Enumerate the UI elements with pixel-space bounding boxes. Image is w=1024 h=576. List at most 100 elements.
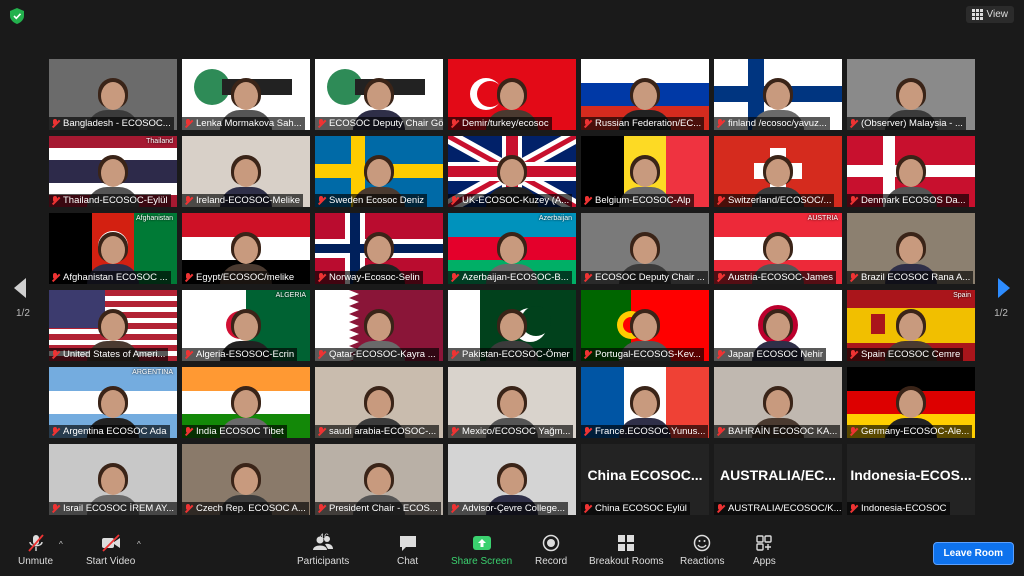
microphone-muted-icon — [716, 427, 725, 436]
participant-name: Portugal-ECOSOS-Kev... — [595, 349, 701, 360]
participant-tile[interactable]: Spain Spain ECOSOC Cemre — [847, 290, 975, 361]
participant-tile[interactable]: India ECOSOC Tibet — [182, 367, 310, 438]
view-button[interactable]: View — [965, 6, 1014, 23]
participant-display-name: China ECOSOC... — [587, 466, 703, 483]
start-video-button[interactable]: Start Video — [86, 534, 135, 567]
participant-tile[interactable]: Sweden Ecosoc Deniz — [315, 136, 443, 207]
participants-count: 46 — [319, 532, 330, 542]
participant-tile[interactable]: Germany-ECOSOC-Ale... — [847, 367, 975, 438]
participants-label: Participants — [297, 556, 350, 567]
participant-tile[interactable]: saudi arabia-ECOSOC-... — [315, 367, 443, 438]
participant-tile[interactable]: Bangladesh - ECOSOC... — [49, 59, 177, 130]
participants-button[interactable]: 46 Participants — [297, 532, 350, 567]
participant-tile[interactable]: Brazil ECOSOC Rana A... — [847, 213, 975, 284]
participant-name-label: saudi arabia-ECOSOC-... — [315, 425, 440, 438]
participant-tile[interactable]: ALGERIA Algeria-ESOSOC-Ecrin — [182, 290, 310, 361]
microphone-muted-icon — [51, 196, 60, 205]
participant-name: Russian Federation/EC... — [595, 118, 702, 129]
leave-room-button[interactable]: Leave Room — [932, 542, 1014, 565]
microphone-muted-icon — [849, 427, 858, 436]
participant-tile[interactable]: ECOSOC Deputy Chair Gö... — [315, 59, 443, 130]
participant-name-label: Bangladesh - ECOSOC... — [49, 117, 174, 130]
participant-tile[interactable]: Switzerland/ECOSOC/... — [714, 136, 842, 207]
apps-button[interactable]: Apps — [753, 534, 776, 567]
participant-name: Brazil ECOSOC Rana A... — [861, 272, 971, 283]
participant-tile[interactable]: Norway-Ecosoc-Selin — [315, 213, 443, 284]
record-label: Record — [535, 556, 568, 567]
participant-tile[interactable]: Azerbaijan Azerbaijan-ECOSOC-B... — [448, 213, 576, 284]
record-button[interactable]: Record — [535, 534, 567, 567]
participant-tile[interactable]: Russian Federation/EC... — [581, 59, 709, 130]
participant-name: France.ECOSOC.Yunus... — [595, 426, 706, 437]
microphone-muted-icon — [583, 427, 592, 436]
breakout-rooms-button[interactable]: Breakout Rooms — [589, 534, 663, 567]
participant-name-label: Sweden Ecosoc Deniz — [315, 194, 428, 207]
participant-tile[interactable]: (Observer) Malaysia - ... — [847, 59, 975, 130]
participant-name: UK-ECOSOC-Kuzey (A... — [462, 195, 570, 206]
participant-name-label: Czech Rep. ECOSOC A... — [182, 502, 309, 515]
chat-button[interactable]: Chat — [397, 534, 418, 567]
participant-tile[interactable]: AUSTRIA Austria-ECOSOC-James — [714, 213, 842, 284]
participant-tile[interactable]: ECOSOC Deputy Chair ... — [581, 213, 709, 284]
participant-tile[interactable]: Pakistan-ECOSOC-Ömer — [448, 290, 576, 361]
participant-tile[interactable]: Egypt/ECOSOC/melike — [182, 213, 310, 284]
participant-tile[interactable]: Qatar-ECOSOC-Kayra ... — [315, 290, 443, 361]
participant-tile[interactable]: United States of Ameri... — [49, 290, 177, 361]
unmute-button[interactable]: Unmute — [18, 534, 53, 567]
participant-tile[interactable]: Portugal-ECOSOS-Kev... — [581, 290, 709, 361]
participant-name-label: Ireland-ECOSOC-Melike — [182, 194, 303, 207]
participant-name-label: BAHRAİN ECOSOC KA... — [714, 425, 841, 438]
video-options-chevron-icon[interactable]: ^ — [137, 540, 141, 549]
participant-name-label: Mexico/ECOSOC Yağm... — [448, 425, 574, 438]
participant-tile[interactable]: Czech Rep. ECOSOC A... — [182, 444, 310, 515]
microphone-muted-icon — [51, 427, 60, 436]
previous-page-arrow-icon[interactable] — [14, 278, 28, 298]
audio-options-chevron-icon[interactable]: ^ — [59, 540, 63, 549]
microphone-muted-icon — [317, 196, 326, 205]
participant-tile[interactable]: Advisor-Çevre College... — [448, 444, 576, 515]
participant-tile[interactable]: Demir/turkey/ecosoc — [448, 59, 576, 130]
participant-tile[interactable]: France.ECOSOC.Yunus... — [581, 367, 709, 438]
microphone-muted-icon — [317, 273, 326, 282]
virtual-background-caption: AUSTRIA — [807, 215, 838, 222]
share-screen-button[interactable]: Share Screen — [451, 534, 512, 567]
participant-tile[interactable]: Afghanistan Afghanistan ECOSOC ... — [49, 213, 177, 284]
participant-tile[interactable]: China ECOSOC... China ECOSOC Eylül — [581, 444, 709, 515]
participant-name: Austria-ECOSOC-James — [728, 272, 834, 283]
participant-tile[interactable]: Mexico/ECOSOC Yağm... — [448, 367, 576, 438]
participant-tile[interactable]: Denmark ECOSOS Da... — [847, 136, 975, 207]
participant-tile[interactable]: President Chair - ECOS... — [315, 444, 443, 515]
participant-name-label: France.ECOSOC.Yunus... — [581, 425, 709, 438]
participant-name: Egypt/ECOSOC/melike — [196, 272, 295, 283]
next-page-arrow-icon[interactable] — [996, 278, 1010, 298]
participant-tile[interactable]: Ireland-ECOSOC-Melike — [182, 136, 310, 207]
reactions-label: Reactions — [680, 556, 725, 567]
participant-tile[interactable]: UK-ECOSOC-Kuzey (A... — [448, 136, 576, 207]
participant-tile[interactable]: ARGENTINA Argentina ECOSOC Ada — [49, 367, 177, 438]
participant-name-label: Denmark ECOSOS Da... — [847, 194, 969, 207]
participant-tile[interactable]: finland /ecosoc/yavuz... — [714, 59, 842, 130]
participant-name: Switzerland/ECOSOC/... — [728, 195, 832, 206]
participant-tile[interactable]: BAHRAİN ECOSOC KA... — [714, 367, 842, 438]
smiley-face-icon — [693, 534, 711, 552]
participant-tile[interactable]: Thailand Thailand-ECOSOC-Eylül — [49, 136, 177, 207]
participant-name: Belgium-ECOSOC-Alp — [595, 195, 691, 206]
microphone-muted-icon — [184, 119, 193, 128]
participant-name-label: Lenka Mormakova Sah... — [182, 117, 305, 130]
participant-name: China ECOSOC Eylül — [595, 503, 687, 514]
participant-name-label: Norway-Ecosoc-Selin — [315, 271, 423, 284]
participant-tile[interactable]: Lenka Mormakova Sah... — [182, 59, 310, 130]
participant-tile[interactable]: AUSTRALIA/EC... AUSTRALIA/ECOSOC/K... — [714, 444, 842, 515]
participant-name: Lenka Mormakova Sah... — [196, 118, 302, 129]
participant-tile[interactable]: Israil ECOSOC İREM AY... — [49, 444, 177, 515]
unmute-label: Unmute — [18, 556, 54, 567]
participant-name: Azerbaijan-ECOSOC-B... — [462, 272, 569, 283]
participant-name: Qatar-ECOSOC-Kayra ... — [329, 349, 436, 360]
participant-tile[interactable]: Indonesia-ECOS... Indonesia-ECOSOC — [847, 444, 975, 515]
microphone-muted-icon — [450, 427, 459, 436]
participant-name: Algeria-ESOSOC-Ecrin — [196, 349, 295, 360]
participant-tile[interactable]: Belgium-ECOSOC-Alp — [581, 136, 709, 207]
reactions-button[interactable]: Reactions — [680, 534, 724, 567]
security-shield-icon[interactable] — [10, 8, 24, 24]
participant-tile[interactable]: Japan ECOSOC Nehir — [714, 290, 842, 361]
